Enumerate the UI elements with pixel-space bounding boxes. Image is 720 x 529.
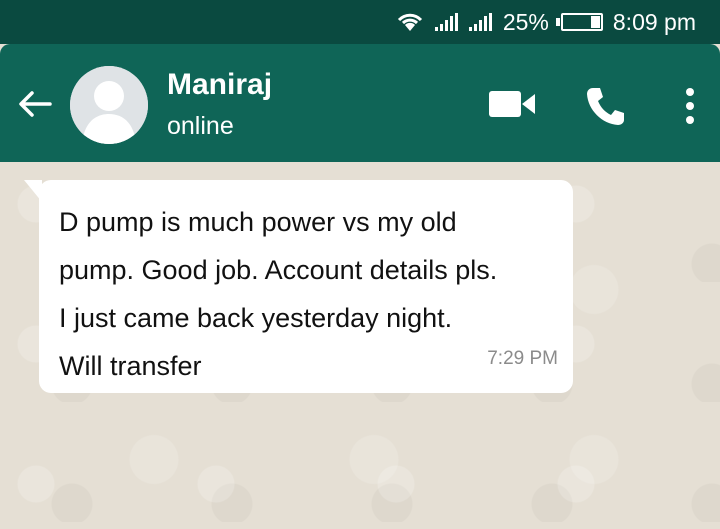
status-bar: 25% 8:09 pm (0, 0, 720, 44)
chat-header: Maniraj online (0, 44, 720, 162)
battery-icon (555, 13, 603, 31)
chat-area[interactable]: D pump is much power vs my old pump. Goo… (0, 162, 720, 529)
message-line: I just came back yesterday night. (59, 303, 453, 333)
message-line: D pump is much power vs my old (59, 207, 457, 237)
video-call-icon[interactable] (489, 91, 535, 117)
phone-call-icon[interactable] (583, 84, 627, 128)
contact-name[interactable]: Maniraj (167, 68, 272, 102)
battery-percent: 25% (502, 8, 549, 35)
message-bubble[interactable]: D pump is much power vs my old pump. Goo… (39, 180, 573, 393)
message-line: pump. Good job. Account details pls. (59, 255, 498, 285)
wifi-icon (397, 13, 422, 31)
back-arrow-icon[interactable] (16, 90, 54, 118)
message-line: Will transfer (59, 351, 202, 381)
contact-status: online (167, 112, 234, 140)
signal-icon (468, 13, 493, 31)
message-text: D pump is much power vs my old pump. Goo… (59, 198, 553, 390)
more-options-icon[interactable] (681, 87, 699, 125)
message-time: 7:29 PM (487, 348, 558, 369)
signal-icon (434, 13, 459, 31)
default-avatar-icon (70, 66, 148, 144)
avatar[interactable] (70, 66, 148, 144)
status-time: 8:09 pm (612, 8, 696, 35)
battery-level (590, 16, 600, 28)
status-indicators: 25% 8:09 pm (395, 7, 696, 37)
